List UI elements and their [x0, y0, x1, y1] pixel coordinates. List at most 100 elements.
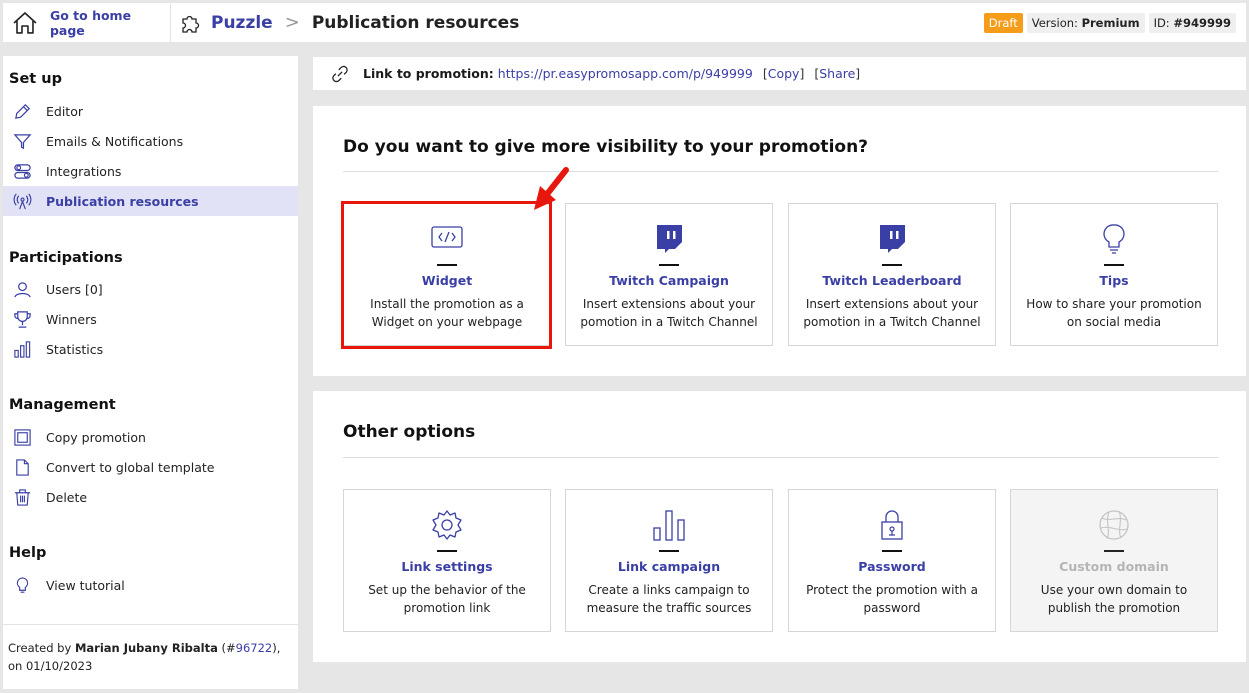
toggles-icon — [14, 163, 31, 179]
footer-prefix: Created by — [8, 641, 72, 655]
created-by-footer: Created by Marian Jubany Ribalta (#96722… — [3, 624, 298, 675]
card-link-settings[interactable]: Link settings Set up the behavior of the… — [343, 489, 551, 632]
section-title-setup: Set up — [9, 71, 62, 87]
puzzle-icon — [182, 15, 200, 33]
card-link-campaign[interactable]: Link campaign Create a links campaign to… — [565, 489, 773, 632]
divider — [343, 171, 1218, 172]
version-value: Premium — [1081, 15, 1140, 30]
version-badge: Version: Premium — [1026, 12, 1145, 33]
sidebar-item-winners[interactable]: Winners — [3, 304, 298, 334]
status-badge: Draft — [983, 12, 1023, 33]
card-desc: Set up the behavior of the promotion lin… — [368, 583, 526, 615]
sidebar-item-statistics[interactable]: Statistics — [3, 334, 298, 364]
sidebar-item-users[interactable]: Users [0] — [3, 274, 298, 304]
sidebar-item-label: Integrations — [46, 163, 122, 179]
sidebar-item-label: Emails & Notifications — [46, 133, 184, 149]
card-dash — [659, 550, 679, 552]
sidebar-item-label: Editor — [46, 103, 83, 119]
breadcrumb: Puzzle > Publication resources — [171, 3, 519, 42]
sidebar: Set up Editor Emails & Notifications Int… — [3, 56, 298, 689]
card-password[interactable]: Password Protect the promotion with a pa… — [788, 489, 996, 632]
sidebar-item-view-tutorial[interactable]: View tutorial — [3, 570, 298, 600]
card-title: Link campaign — [617, 559, 721, 574]
link-label: Link to promotion: — [363, 66, 494, 81]
card-dash — [659, 264, 679, 266]
footer-date: 01/10/2023 — [25, 659, 93, 673]
copy-wrapper: [Copy] — [762, 66, 805, 81]
card-tips[interactable]: Tips How to share your promotion on soci… — [1010, 203, 1218, 346]
sidebar-item-emails[interactable]: Emails & Notifications — [3, 126, 298, 156]
bar-chart-icon — [14, 340, 31, 358]
other-options-title: Other options — [343, 422, 476, 442]
visibility-title: Do you want to give more visibility to y… — [343, 137, 869, 157]
card-title: Password — [858, 559, 926, 574]
home-nav[interactable]: Go to home page — [3, 3, 171, 42]
code-icon — [431, 226, 463, 248]
card-desc: Create a links campaign to measure the t… — [586, 583, 752, 615]
card-custom-domain: Custom domain Use your own domain to pub… — [1010, 489, 1218, 632]
sidebar-item-integrations[interactable]: Integrations — [3, 156, 298, 186]
card-dash — [1104, 550, 1124, 552]
card-title: Twitch Leaderboard — [822, 273, 962, 288]
card-desc: How to share your promotion on social me… — [1026, 297, 1202, 329]
sidebar-item-editor[interactable]: Editor — [3, 96, 298, 126]
sidebar-item-label: Statistics — [46, 341, 104, 357]
link-icon — [332, 65, 348, 82]
card-desc: Install the promotion as a Widget on you… — [370, 297, 524, 329]
filter-icon — [13, 133, 32, 149]
red-arrow-annotation — [534, 167, 569, 210]
id-value: #949999 — [1173, 15, 1231, 30]
sidebar-item-convert-template[interactable]: Convert to global template — [3, 452, 298, 482]
sidebar-item-label: Users [0] — [46, 281, 103, 297]
card-title: Twitch Campaign — [609, 273, 729, 288]
home-link[interactable]: Go to home page — [50, 8, 170, 38]
sidebar-item-label: Delete — [46, 489, 88, 505]
card-title: Link settings — [401, 559, 493, 574]
footer-author: Marian Jubany Ribalta — [74, 641, 218, 655]
id-label: ID: — [1153, 15, 1170, 30]
copy-link[interactable]: Copy — [768, 66, 800, 81]
sidebar-item-delete[interactable]: Delete — [3, 482, 298, 512]
trophy-icon — [14, 310, 31, 328]
setup-list: Editor Emails & Notifications Integratio… — [3, 96, 298, 216]
lightbulb-icon — [1103, 224, 1125, 254]
home-icon — [13, 11, 37, 34]
participations-list: Users [0] Winners Statistics — [3, 274, 298, 364]
lock-icon — [881, 510, 903, 540]
id-badge: ID: #949999 — [1148, 12, 1236, 33]
trash-icon — [14, 488, 31, 506]
version-label: Version: — [1031, 15, 1078, 30]
card-desc: Insert extensions about your pomotion in… — [580, 297, 758, 329]
file-icon — [16, 458, 29, 476]
card-title: Tips — [1099, 273, 1129, 288]
card-twitch-leaderboard[interactable]: Twitch Leaderboard Insert extensions abo… — [788, 203, 996, 346]
sidebar-item-copy-promotion[interactable]: Copy promotion — [3, 422, 298, 452]
sidebar-item-publication-resources[interactable]: Publication resources — [3, 186, 298, 216]
twitch-icon — [880, 225, 905, 253]
author-id-link[interactable]: 96722 — [236, 641, 273, 655]
card-desc: Insert extensions about your pomotion in… — [803, 297, 981, 329]
help-list: View tutorial — [3, 570, 298, 600]
user-icon — [14, 281, 31, 297]
promotion-url-link[interactable]: https://pr.easypromosapp.com/p/949999 — [498, 66, 753, 81]
sidebar-item-label: Copy promotion — [46, 429, 146, 445]
card-title: Widget — [421, 273, 473, 288]
bar-chart-icon — [653, 510, 685, 541]
card-widget[interactable]: Widget Install the promotion as a Widget… — [343, 203, 551, 346]
promotion-link-bar: Link to promotion: https://pr.easypromos… — [313, 57, 1246, 90]
sidebar-item-label: Publication resources — [46, 193, 199, 209]
card-dash — [882, 550, 902, 552]
card-title: Custom domain — [1059, 559, 1169, 574]
app-name[interactable]: Puzzle — [211, 13, 273, 33]
twitch-icon — [657, 225, 682, 253]
footer-open: (# — [221, 641, 236, 655]
top-bar: Go to home page Puzzle > Publication res… — [3, 3, 1246, 42]
page-title: Publication resources — [311, 12, 520, 33]
share-link[interactable]: Share — [819, 66, 855, 81]
card-dash — [437, 264, 457, 266]
card-twitch-campaign[interactable]: Twitch Campaign Insert extensions about … — [565, 203, 773, 346]
breadcrumb-separator: > — [284, 12, 300, 33]
card-desc: Protect the promotion with a password — [806, 583, 978, 615]
globe-icon — [1099, 510, 1129, 540]
share-wrapper: [Share] — [814, 66, 861, 81]
